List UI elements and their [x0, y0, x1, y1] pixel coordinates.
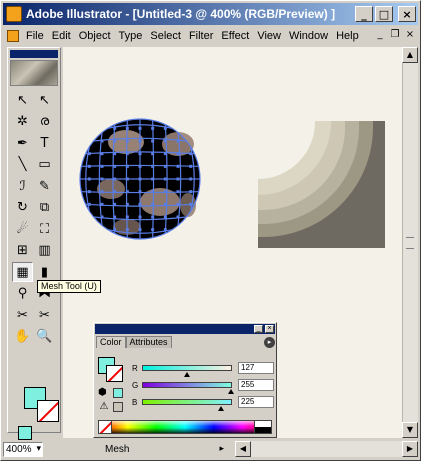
channel-label: R [132, 363, 138, 373]
doc-minimize-button[interactable]: _ [373, 29, 387, 42]
out-of-web-color-cube-icon[interactable]: ⬢ [98, 387, 109, 398]
minimize-button[interactable]: _ [355, 6, 373, 22]
channel-slider-b[interactable] [142, 399, 232, 411]
pen-tool-icon[interactable]: ✒ [12, 133, 33, 153]
illustrator-app-icon[interactable] [6, 6, 22, 22]
slider-thumb-icon[interactable] [217, 406, 224, 411]
tab-attributes[interactable]: Attributes [125, 336, 172, 348]
lasso-tool-icon[interactable]: ര [34, 112, 55, 132]
pencil-tool-icon[interactable]: ✎ [34, 176, 55, 196]
hand-tool-icon[interactable]: ✋ [12, 327, 33, 347]
channel-row-r: R 127 [132, 361, 274, 377]
color-spectrum-bar[interactable] [98, 420, 272, 434]
color-panel-title-bar[interactable] [95, 324, 275, 334]
zoom-tool-icon[interactable]: 🔍 [34, 327, 55, 347]
adobe-logo-image[interactable] [10, 60, 58, 86]
mesh-tool-tooltip: Mesh Tool (U) [37, 280, 101, 293]
graph-tool-icon[interactable]: ▥ [34, 241, 55, 261]
color-panel-minimize-button[interactable]: _ [254, 325, 263, 333]
channel-value-field-b[interactable]: 225 [238, 396, 274, 408]
toolbox: ↖ ↖ ✲ ര ✒ T ╲ ▭ ℐ ✎ ↻ ⧉ ☄ ⛶ ⊞ ▥ ▦ ▮ ⚲ ⧓ ✂ ✂ ✋ 🔍 [7, 47, 61, 440]
scroll-right-arrow-icon[interactable]: ▶ [402, 441, 418, 457]
illustrator-window: Adobe Illustrator - [Untitled-3 @ 400% (… [0, 0, 421, 461]
color-mode-button[interactable] [18, 426, 32, 440]
scissors-tool-icon[interactable]: ✂ [34, 305, 55, 325]
channel-value-field-r[interactable]: 127 [238, 362, 274, 374]
status-bar: 400% Mesh ◀ ▶ [3, 440, 418, 458]
channel-label: B [132, 397, 138, 407]
menu-help[interactable]: Help [332, 27, 363, 45]
menu-window[interactable]: Window [285, 27, 332, 45]
concentric-corner-shape[interactable] [258, 121, 385, 248]
none-color-swatch[interactable] [98, 420, 112, 434]
menu-bar: File Edit Object Type Select Filter Effe… [3, 27, 418, 45]
channel-label: G [132, 380, 139, 390]
web-safe-color-swatch[interactable] [113, 388, 123, 398]
window-title: Adobe Illustrator - [Untitled-3 @ 400% (… [26, 7, 336, 21]
rectangle-tool-icon[interactable]: ▭ [34, 155, 55, 175]
slider-thumb-icon[interactable] [228, 389, 234, 394]
vertical-scrollbar[interactable]: ▲ ▼ [402, 47, 418, 438]
channel-slider-r[interactable] [142, 365, 232, 377]
doc-restore-button[interactable]: ❐ [388, 29, 402, 42]
out-of-gamut-warning-icon[interactable]: ⚠ [98, 401, 110, 412]
close-button[interactable]: × [398, 6, 416, 22]
panel-menu-arrow-icon[interactable]: ▸ [264, 337, 275, 348]
channel-slider-g[interactable] [142, 382, 234, 394]
selection-tool-icon[interactable]: ↖ [12, 90, 33, 110]
scroll-up-arrow-icon[interactable]: ▲ [402, 47, 418, 63]
title-bar[interactable]: Adobe Illustrator - [Untitled-3 @ 400% (… [3, 3, 418, 25]
eyedropper-tool-icon[interactable]: ⚲ [12, 284, 33, 304]
direct-selection-tool-icon[interactable]: ↖ [34, 90, 55, 110]
gradient-tool-icon[interactable]: ▮ [34, 262, 55, 282]
mesh-sphere-object[interactable] [79, 118, 201, 240]
menu-file[interactable]: File [22, 27, 48, 45]
channel-row-b: B 225 [132, 395, 274, 411]
color-panel-tabs: Color Attributes [96, 336, 172, 348]
zoom-level-field[interactable]: 400% [3, 441, 43, 457]
scroll-left-arrow-icon[interactable]: ◀ [235, 441, 251, 457]
magic-wand-tool-icon[interactable]: ✲ [12, 112, 33, 132]
color-panel-close-button[interactable]: × [265, 325, 274, 333]
mesh-tool-icon[interactable]: ▦ [12, 262, 33, 282]
scroll-thumb[interactable] [406, 237, 414, 249]
symbol-sprayer-tool-icon[interactable]: ⊞ [12, 241, 33, 261]
doc-close-button[interactable]: × [403, 29, 417, 42]
slice-tool-icon[interactable]: ✂ [12, 305, 33, 325]
status-tool-field[interactable]: Mesh [103, 442, 225, 457]
scroll-down-arrow-icon[interactable]: ▼ [402, 422, 418, 438]
toolbox-title-bar[interactable] [10, 50, 58, 58]
menu-effect[interactable]: Effect [217, 27, 253, 45]
document-icon[interactable] [7, 30, 19, 42]
menu-filter[interactable]: Filter [185, 27, 217, 45]
menu-edit[interactable]: Edit [48, 27, 75, 45]
free-transform-tool-icon[interactable]: ⛶ [34, 219, 55, 239]
channel-row-g: G 255 [132, 378, 274, 394]
maximize-button[interactable]: □ [375, 6, 393, 22]
tab-color[interactable]: Color [96, 336, 126, 348]
horizontal-scrollbar[interactable]: ◀ ▶ [235, 441, 418, 457]
slider-thumb-icon[interactable] [183, 372, 190, 377]
channel-value-field-g[interactable]: 255 [238, 379, 274, 391]
panel-stroke-swatch[interactable] [106, 365, 123, 382]
black-white-swatch[interactable] [254, 420, 272, 434]
paintbrush-tool-icon[interactable]: ℐ [12, 176, 33, 196]
rotate-tool-icon[interactable]: ↻ [12, 198, 33, 218]
color-panel: _ × Color Attributes ▸ R 127 G 255 B 225 ⬢ ⚠ [93, 322, 277, 438]
menu-select[interactable]: Select [146, 27, 185, 45]
menu-object[interactable]: Object [75, 27, 115, 45]
stroke-color-swatch[interactable] [37, 400, 59, 422]
line-tool-icon[interactable]: ╲ [12, 155, 33, 175]
gamut-color-swatch[interactable] [113, 402, 123, 412]
menu-view[interactable]: View [253, 27, 285, 45]
type-tool-icon[interactable]: T [34, 133, 55, 153]
menu-type[interactable]: Type [115, 27, 147, 45]
scale-tool-icon[interactable]: ⧉ [34, 198, 55, 218]
warp-tool-icon[interactable]: ☄ [12, 219, 33, 239]
